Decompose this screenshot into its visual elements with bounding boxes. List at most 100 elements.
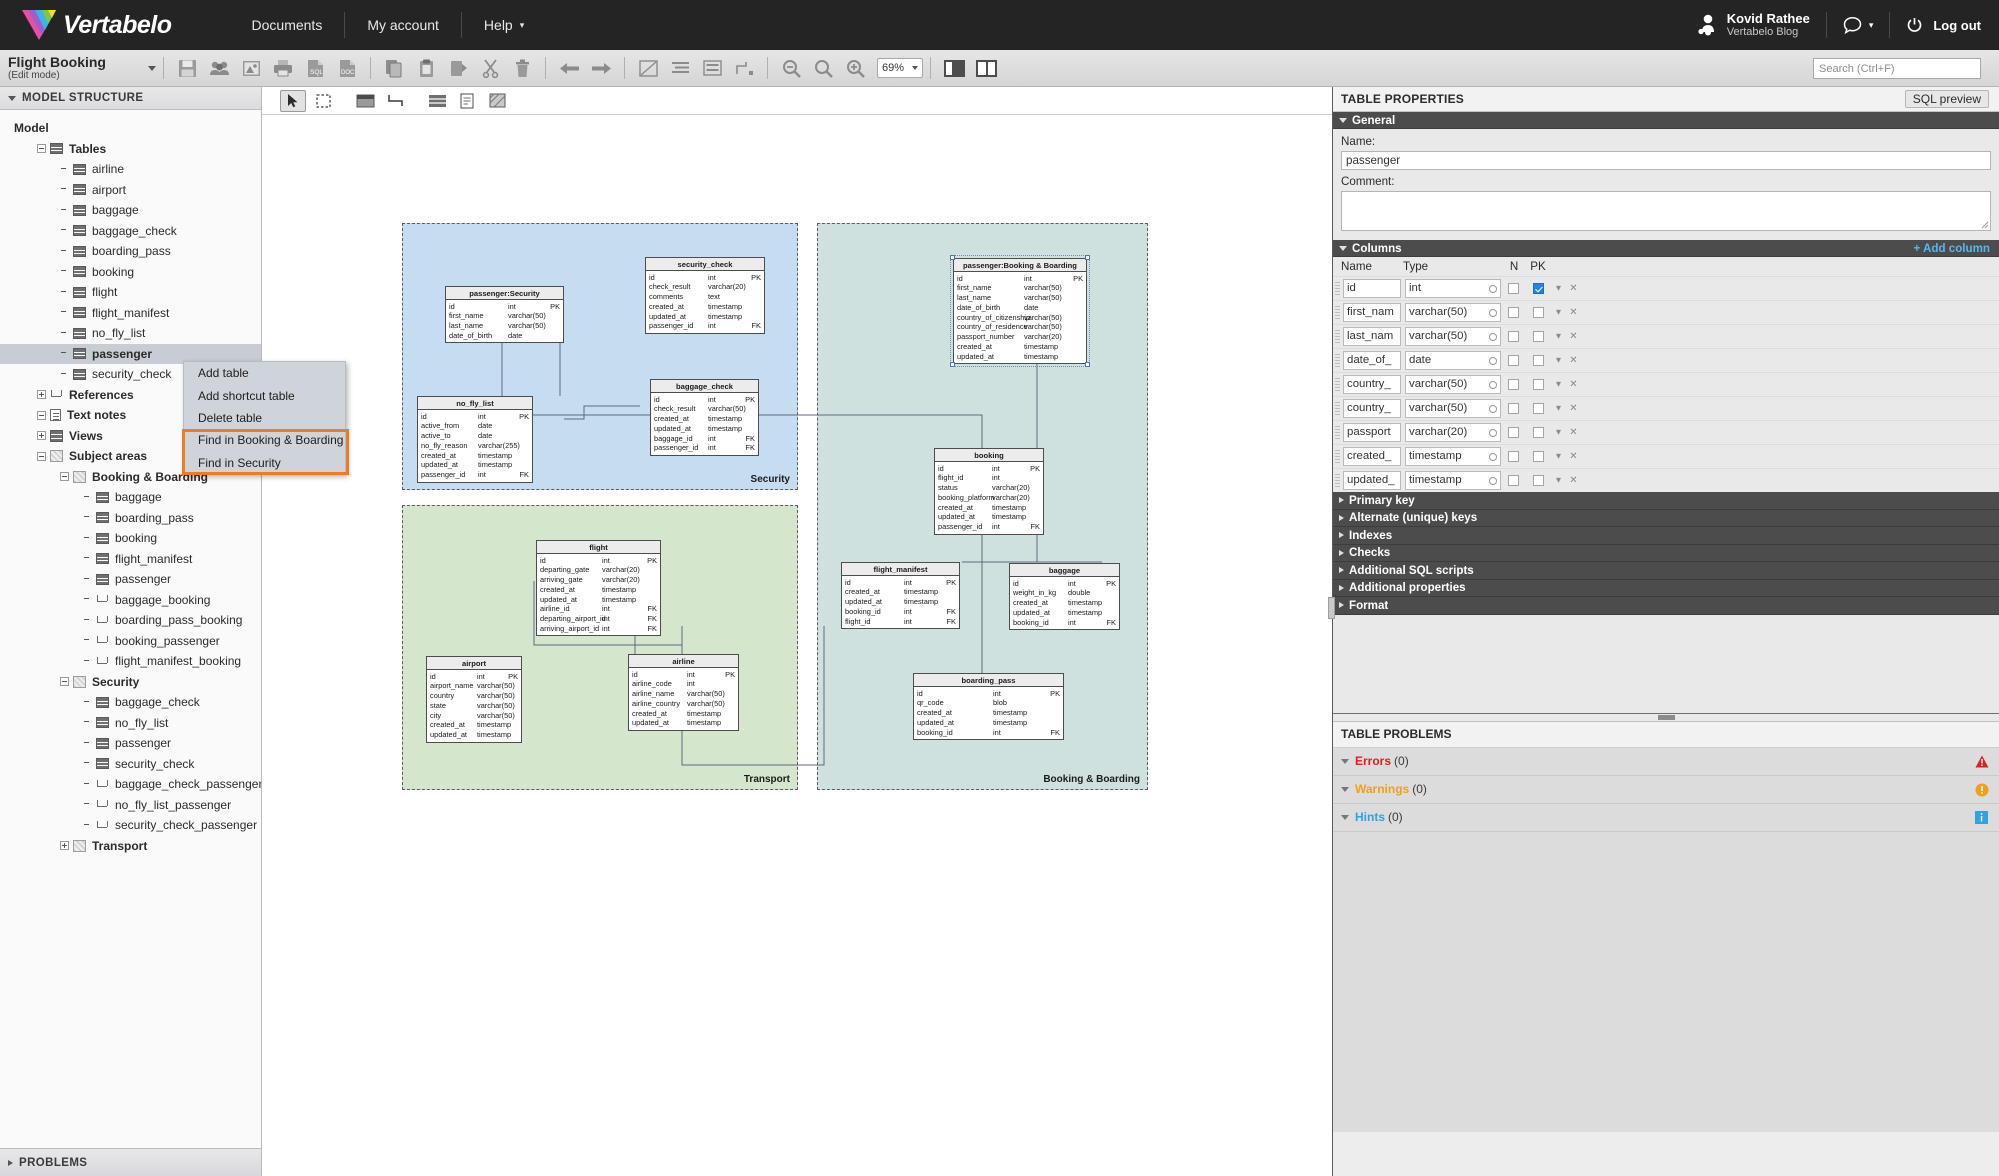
column-delete-icon[interactable]: ✕: [1566, 331, 1581, 342]
align-icon[interactable]: [666, 54, 694, 82]
column-delete-icon[interactable]: ✕: [1566, 379, 1581, 390]
column-pk-checkbox[interactable]: [1532, 451, 1544, 462]
column-pk-checkbox[interactable]: [1532, 427, 1544, 438]
erd-table-flight-manifest[interactable]: flight_manifest id int PK created_at timestam…: [841, 562, 960, 629]
column-type-input[interactable]: varchar(50): [1405, 303, 1501, 322]
zoom-in-icon[interactable]: [841, 54, 869, 82]
collapse-toggle-icon[interactable]: [37, 144, 46, 154]
export-doc-icon[interactable]: DOC: [333, 54, 361, 82]
column-type-settings-icon[interactable]: [1489, 284, 1497, 293]
column-type-settings-icon[interactable]: [1489, 332, 1497, 341]
new-view-tool[interactable]: [424, 90, 450, 112]
export-sql-icon[interactable]: SQL: [301, 54, 329, 82]
new-reference-tool[interactable]: [382, 90, 408, 112]
column-delete-icon[interactable]: ✕: [1566, 427, 1581, 438]
drag-handle-icon[interactable]: [1335, 425, 1340, 440]
section-header-primary-key[interactable]: Primary key: [1333, 492, 1999, 510]
tree-item-boarding-pass[interactable]: boarding_pass: [0, 508, 261, 529]
table-name-input[interactable]: passenger: [1341, 151, 1991, 170]
reroute-icon[interactable]: [730, 54, 758, 82]
tree-item-no-fly-list[interactable]: no_fly_list: [0, 713, 261, 734]
distribute-icon[interactable]: [698, 54, 726, 82]
column-delete-icon[interactable]: ✕: [1566, 451, 1581, 462]
zoom-fit-icon[interactable]: [809, 54, 837, 82]
new-text-note-tool[interactable]: [454, 90, 480, 112]
column-pk-checkbox[interactable]: [1532, 283, 1544, 294]
expand-toggle-icon[interactable]: [37, 431, 46, 441]
column-type-input[interactable]: varchar(50): [1405, 399, 1501, 418]
column-type-input[interactable]: timestamp: [1405, 447, 1501, 466]
erd-table-no-fly-list[interactable]: no_fly_list id int PK active_from date active_…: [417, 396, 533, 483]
column-options-chevron-icon[interactable]: ▾: [1551, 307, 1566, 318]
brand-logo[interactable]: Vertabelo: [22, 9, 172, 41]
column-options-chevron-icon[interactable]: ▾: [1551, 451, 1566, 462]
tree-item-booking[interactable]: booking: [0, 262, 261, 283]
section-header-general[interactable]: General: [1333, 112, 1999, 129]
selection-handle[interactable]: [1085, 362, 1090, 368]
erd-table-airline[interactable]: airline id int PK airline_code int airline_nam…: [628, 654, 739, 731]
tree-item-flight-manifest[interactable]: flight_manifest: [0, 303, 261, 324]
column-nullable-checkbox[interactable]: [1507, 475, 1519, 486]
chat-icon[interactable]: ▾: [1843, 16, 1873, 35]
problem-row-hints[interactable]: Hints (0): [1333, 803, 1999, 832]
duplicate-icon[interactable]: [444, 54, 472, 82]
column-options-chevron-icon[interactable]: ▾: [1551, 331, 1566, 342]
column-type-settings-icon[interactable]: [1489, 380, 1497, 389]
document-menu-chevron-icon[interactable]: [148, 65, 156, 71]
problem-row-errors[interactable]: Errors (0): [1333, 747, 1999, 776]
tree-item-tables[interactable]: Tables: [0, 139, 261, 160]
tree-item-baggage-check[interactable]: baggage_check: [0, 692, 261, 713]
expand-toggle-icon[interactable]: [37, 390, 46, 400]
print-icon[interactable]: [269, 54, 297, 82]
tree-item-baggage-check[interactable]: baggage_check: [0, 221, 261, 242]
problems-panel-header[interactable]: PROBLEMS: [0, 1148, 261, 1176]
tree-item-no-fly-list-passenger[interactable]: no_fly_list_passenger: [0, 795, 261, 816]
column-name-input[interactable]: updated_: [1343, 471, 1401, 490]
collapse-toggle-icon[interactable]: [60, 472, 69, 482]
zoom-out-icon[interactable]: [777, 54, 805, 82]
context-menu-item-delete-table[interactable]: Delete table: [184, 407, 345, 429]
tree-item-passenger[interactable]: passenger: [0, 733, 261, 754]
column-row[interactable]: country_ varchar(50) ▾ ✕: [1333, 372, 1999, 396]
diagram-canvas[interactable]: Security Transport Booking & Boarding passe…: [262, 87, 1332, 1176]
problem-row-warnings[interactable]: Warnings (0): [1333, 775, 1999, 804]
column-nullable-checkbox[interactable]: [1507, 451, 1519, 462]
zoom-level-select[interactable]: 69%: [877, 58, 923, 78]
tree-item-model[interactable]: Model: [0, 118, 261, 139]
paste-icon[interactable]: [412, 54, 440, 82]
expand-toggle-icon[interactable]: [60, 841, 69, 851]
column-name-input[interactable]: last_nam: [1343, 327, 1401, 346]
column-type-settings-icon[interactable]: [1489, 428, 1497, 437]
tree-item-flight-manifest-booking[interactable]: flight_manifest_booking: [0, 651, 261, 672]
tree-item-flight-manifest[interactable]: flight_manifest: [0, 549, 261, 570]
column-pk-checkbox[interactable]: [1532, 331, 1544, 342]
single-pane-icon[interactable]: [940, 54, 968, 82]
panel-splitter[interactable]: [1333, 712, 1999, 722]
column-options-chevron-icon[interactable]: ▾: [1551, 475, 1566, 486]
tree-item-boarding-pass[interactable]: boarding_pass: [0, 241, 261, 262]
column-nullable-checkbox[interactable]: [1507, 283, 1519, 294]
undo-icon[interactable]: [555, 54, 583, 82]
drag-handle-icon[interactable]: [1335, 449, 1340, 464]
column-row[interactable]: date_of_ date ▾ ✕: [1333, 348, 1999, 372]
tree-item-baggage-check-passenger[interactable]: baggage_check_passenger: [0, 774, 261, 795]
tree-item-flight[interactable]: flight: [0, 282, 261, 303]
column-delete-icon[interactable]: ✕: [1566, 403, 1581, 414]
column-options-chevron-icon[interactable]: ▾: [1551, 427, 1566, 438]
tree-item-booking-passenger[interactable]: booking_passenger: [0, 631, 261, 652]
column-row[interactable]: passport varchar(20) ▾ ✕: [1333, 420, 1999, 444]
nav-link-documents[interactable]: Documents: [230, 12, 345, 38]
column-type-input[interactable]: varchar(20): [1405, 423, 1501, 442]
erd-table-boarding-pass[interactable]: boarding_pass id int PK qr_code blob created_a…: [913, 673, 1064, 740]
drag-handle-icon[interactable]: [1335, 353, 1340, 368]
column-row[interactable]: created_ timestamp ▾ ✕: [1333, 444, 1999, 468]
column-name-input[interactable]: country_: [1343, 375, 1401, 394]
sql-preview-button[interactable]: SQL preview: [1904, 90, 1989, 108]
collapse-toggle-icon[interactable]: [37, 451, 46, 461]
column-row[interactable]: id int ▾ ✕: [1333, 276, 1999, 300]
drag-handle-icon[interactable]: [1335, 281, 1340, 296]
auto-layout-icon[interactable]: [634, 54, 662, 82]
column-row[interactable]: first_nam varchar(50) ▾ ✕: [1333, 300, 1999, 324]
column-row[interactable]: updated_ timestamp ▾ ✕: [1333, 468, 1999, 492]
save-icon[interactable]: [173, 54, 201, 82]
